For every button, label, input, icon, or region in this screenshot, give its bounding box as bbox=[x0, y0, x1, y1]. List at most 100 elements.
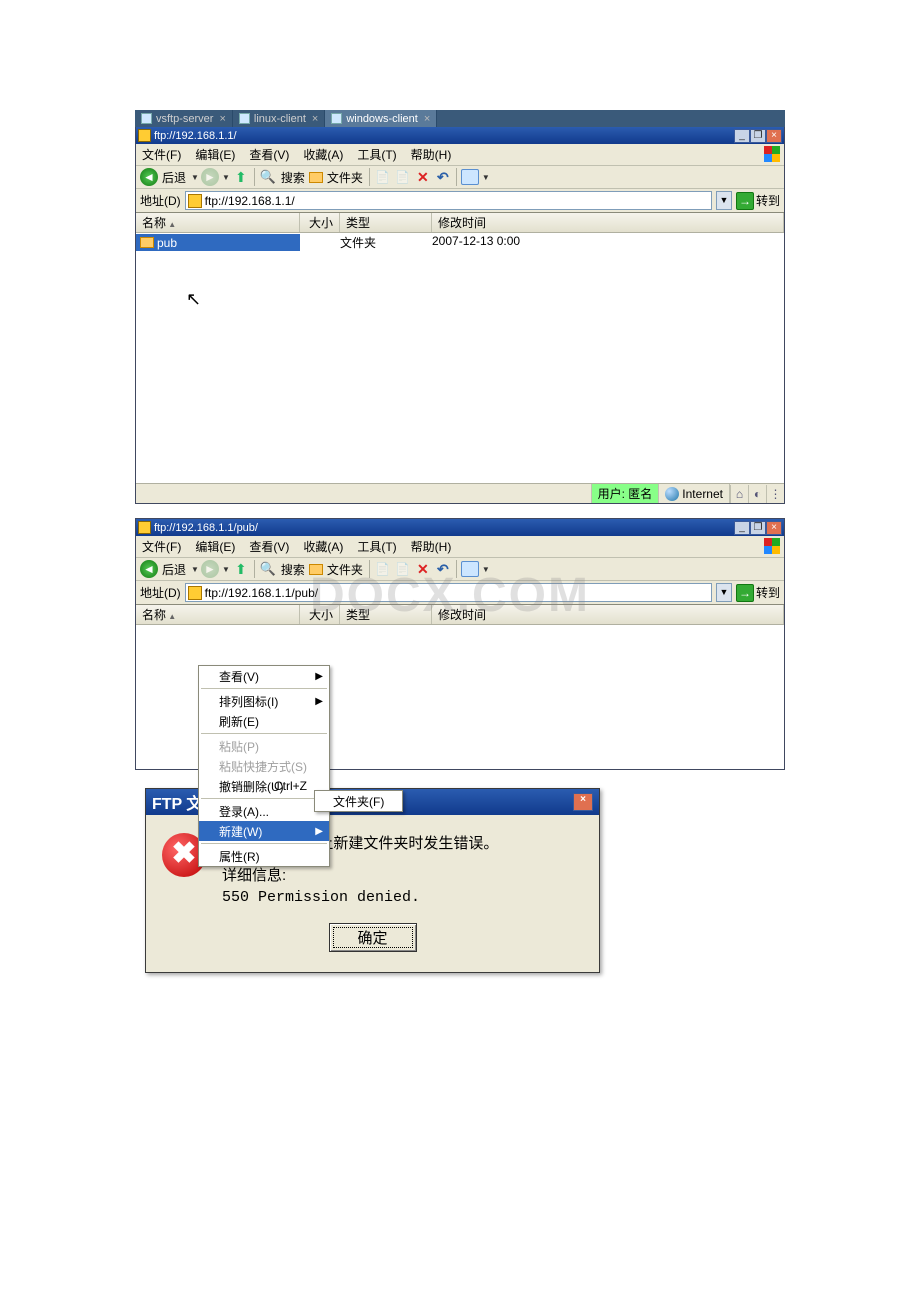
menubar: 文件(F) 编辑(E) 查看(V) 收藏(A) 工具(T) 帮助(H) bbox=[136, 536, 784, 558]
file-list[interactable]: pub 文件夹 2007-12-13 0:00 ↖ bbox=[136, 233, 784, 483]
status-btn-2[interactable]: ◐ bbox=[748, 485, 766, 503]
vm-icon bbox=[239, 113, 250, 124]
go-button[interactable]: → 转到 bbox=[736, 192, 780, 210]
file-type: 文件夹 bbox=[340, 234, 432, 251]
menu-edit[interactable]: 编辑(E) bbox=[195, 146, 235, 163]
up-button[interactable]: ⬆ bbox=[232, 168, 250, 186]
header-name[interactable]: 名称 bbox=[136, 213, 300, 232]
delete-button[interactable]: ✕ bbox=[414, 560, 432, 578]
ctx-new-folder[interactable]: 文件夹(F) bbox=[315, 791, 402, 811]
tab-vsftp-server[interactable]: vsftp-server × bbox=[135, 110, 233, 127]
ctx-view[interactable]: 查看(V)▶ bbox=[199, 666, 329, 686]
undo-button[interactable]: ↶ bbox=[434, 168, 452, 186]
menu-help[interactable]: 帮助(H) bbox=[411, 538, 452, 555]
menu-file[interactable]: 文件(F) bbox=[142, 538, 181, 555]
back-dropdown[interactable]: ▼ bbox=[191, 173, 199, 182]
column-headers: 名称 大小 类型 修改时间 bbox=[136, 213, 784, 233]
file-row[interactable]: pub 文件夹 2007-12-13 0:00 bbox=[136, 233, 784, 252]
maximize-button[interactable]: ❐ bbox=[750, 129, 766, 143]
move-to-button: 📄 bbox=[374, 560, 392, 578]
go-button[interactable]: → 转到 bbox=[736, 584, 780, 602]
ctx-login[interactable]: 登录(A)... bbox=[199, 801, 329, 821]
views-button[interactable] bbox=[461, 169, 479, 185]
mouse-cursor-icon: ↖ bbox=[186, 289, 201, 310]
header-type[interactable]: 类型 bbox=[340, 605, 432, 624]
close-icon[interactable]: × bbox=[217, 113, 227, 125]
ctx-properties[interactable]: 属性(R) bbox=[199, 846, 329, 866]
tab-label: windows-client bbox=[346, 113, 418, 125]
menu-view[interactable]: 查看(V) bbox=[249, 538, 289, 555]
close-button[interactable]: × bbox=[766, 521, 782, 535]
address-dropdown[interactable]: ▼ bbox=[716, 583, 732, 602]
search-icon: 🔍 bbox=[259, 168, 277, 186]
status-user: 用户: 匿名 bbox=[592, 484, 660, 503]
menu-tools[interactable]: 工具(T) bbox=[357, 538, 396, 555]
vm-tabstrip: vsftp-server × linux-client × windows-cl… bbox=[135, 110, 785, 127]
menu-file[interactable]: 文件(F) bbox=[142, 146, 181, 163]
search-button[interactable]: 搜索 bbox=[281, 561, 305, 578]
context-menu: 查看(V)▶ 排列图标(I)▶ 刷新(E) 粘贴(P) 粘贴快捷方式(S) 撤销… bbox=[198, 665, 330, 867]
menu-view[interactable]: 查看(V) bbox=[249, 146, 289, 163]
menu-favorites[interactable]: 收藏(A) bbox=[303, 146, 343, 163]
back-button[interactable]: ◄ bbox=[140, 168, 158, 186]
file-list[interactable]: 查看(V)▶ 排列图标(I)▶ 刷新(E) 粘贴(P) 粘贴快捷方式(S) 撤销… bbox=[136, 625, 784, 769]
window-icon bbox=[138, 521, 151, 534]
menu-favorites[interactable]: 收藏(A) bbox=[303, 538, 343, 555]
minimize-button[interactable]: _ bbox=[734, 521, 750, 535]
ctx-refresh[interactable]: 刷新(E) bbox=[199, 711, 329, 731]
dialog-close-button[interactable]: × bbox=[573, 793, 593, 811]
menu-edit[interactable]: 编辑(E) bbox=[195, 538, 235, 555]
search-button[interactable]: 搜索 bbox=[281, 169, 305, 186]
forward-button[interactable]: ► bbox=[201, 168, 219, 186]
ok-button[interactable]: 确定 bbox=[329, 923, 417, 952]
back-button[interactable]: ◄ bbox=[140, 560, 158, 578]
status-btn-1[interactable]: ⌂ bbox=[730, 485, 748, 503]
header-type[interactable]: 类型 bbox=[340, 213, 432, 232]
folders-button[interactable]: 文件夹 bbox=[327, 561, 363, 578]
toolbar: ◄ 后退 ▼ ► ▼ ⬆ 🔍 搜索 文件夹 📄 📄 ✕ ↶ ▼ bbox=[136, 558, 784, 581]
up-button[interactable]: ⬆ bbox=[232, 560, 250, 578]
ctx-paste: 粘贴(P) bbox=[199, 736, 329, 756]
address-label: 地址(D) bbox=[140, 584, 181, 601]
context-submenu-new: 文件夹(F) bbox=[314, 790, 403, 812]
back-label: 后退 bbox=[162, 169, 186, 186]
forward-dropdown[interactable]: ▼ bbox=[222, 565, 230, 574]
delete-button[interactable]: ✕ bbox=[414, 168, 432, 186]
titlebar: ftp://192.168.1.1/pub/ _ ❐ × bbox=[136, 519, 784, 536]
menu-help[interactable]: 帮助(H) bbox=[411, 146, 452, 163]
tab-linux-client[interactable]: linux-client × bbox=[233, 110, 325, 127]
header-size[interactable]: 大小 bbox=[300, 213, 340, 232]
address-field[interactable]: ftp://192.168.1.1/pub/ bbox=[185, 583, 712, 602]
go-icon: → bbox=[736, 584, 754, 602]
header-size[interactable]: 大小 bbox=[300, 605, 340, 624]
go-icon: → bbox=[736, 192, 754, 210]
header-modified[interactable]: 修改时间 bbox=[432, 605, 784, 624]
ctx-arrange-icons[interactable]: 排列图标(I)▶ bbox=[199, 691, 329, 711]
close-button[interactable]: × bbox=[766, 129, 782, 143]
views-button[interactable] bbox=[461, 561, 479, 577]
ctx-undo-delete[interactable]: 撤销删除(U)Ctrl+Z bbox=[199, 776, 329, 796]
back-dropdown[interactable]: ▼ bbox=[191, 565, 199, 574]
status-btn-3[interactable]: ⋮ bbox=[766, 485, 784, 503]
file-modified: 2007-12-13 0:00 bbox=[432, 234, 784, 251]
tab-windows-client[interactable]: windows-client × bbox=[325, 110, 437, 127]
folder-icon bbox=[140, 237, 154, 248]
close-icon[interactable]: × bbox=[310, 113, 320, 125]
forward-dropdown[interactable]: ▼ bbox=[222, 173, 230, 182]
minimize-button[interactable]: _ bbox=[734, 129, 750, 143]
header-modified[interactable]: 修改时间 bbox=[432, 213, 784, 232]
maximize-button[interactable]: ❐ bbox=[750, 521, 766, 535]
close-icon[interactable]: × bbox=[422, 113, 432, 125]
menu-tools[interactable]: 工具(T) bbox=[357, 146, 396, 163]
forward-button[interactable]: ► bbox=[201, 560, 219, 578]
go-label: 转到 bbox=[756, 584, 780, 601]
address-icon bbox=[188, 194, 202, 208]
undo-button[interactable]: ↶ bbox=[434, 560, 452, 578]
header-name[interactable]: 名称 bbox=[136, 605, 300, 624]
internet-icon bbox=[665, 487, 679, 501]
vm-icon bbox=[141, 113, 152, 124]
address-field[interactable]: ftp://192.168.1.1/ bbox=[185, 191, 712, 210]
folders-button[interactable]: 文件夹 bbox=[327, 169, 363, 186]
address-dropdown[interactable]: ▼ bbox=[716, 191, 732, 210]
ctx-new[interactable]: 新建(W)▶ bbox=[199, 821, 329, 841]
